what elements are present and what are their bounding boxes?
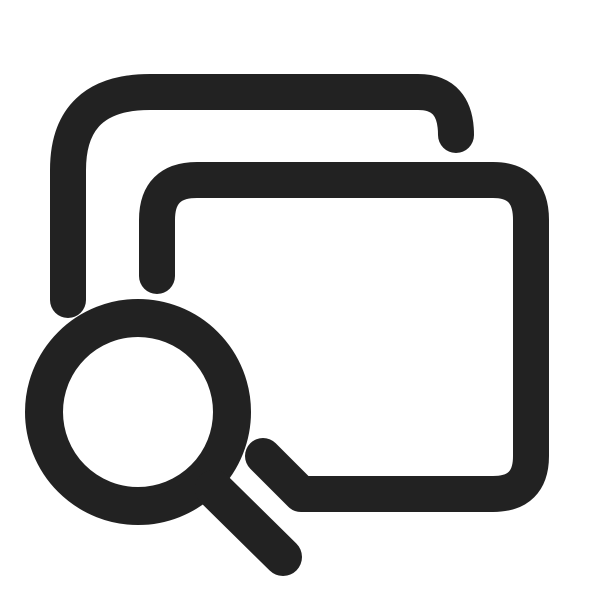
icon-canvas [0, 0, 600, 600]
magnifier-handle-icon [195, 470, 302, 576]
search-windows-icon [25, 74, 549, 576]
icon-shape [25, 74, 549, 576]
